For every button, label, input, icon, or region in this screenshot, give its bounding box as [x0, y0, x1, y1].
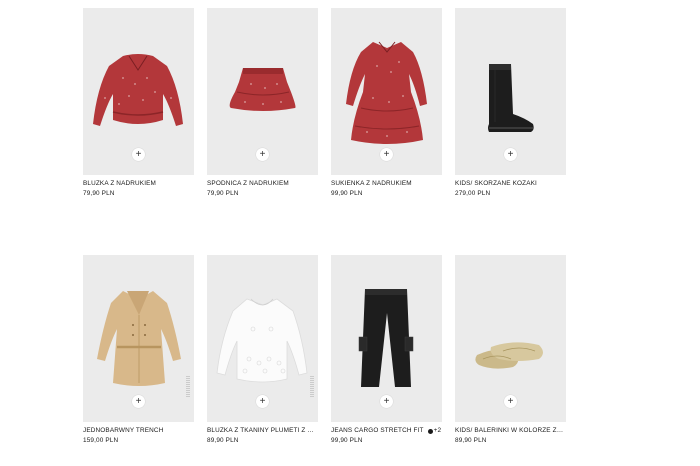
product-name-text: SPÓDNICA Z NADRUKIEM	[207, 180, 289, 187]
product-card[interactable]: + BLUZKA Z TKANINY PLUMETI Z HAFTEM 89,9…	[207, 255, 318, 445]
product-price: 159,00 PLN	[83, 437, 119, 444]
product-price: 279,00 PLN	[455, 190, 491, 197]
product-name-text: SUKIENKA Z NADRUKIEM	[331, 180, 412, 187]
product-name-text: KIDS/ BALERINKI W KOLORZE ZŁOTA	[455, 427, 566, 434]
product-price: 99,90 PLN	[331, 190, 363, 197]
product-card[interactable]: + SUKIENKA Z NADRUKIEM 99,90 PLN	[331, 8, 442, 198]
add-to-cart-icon[interactable]: +	[380, 148, 393, 161]
product-name-text: JEDNOBARWNY TRENCH	[83, 427, 164, 434]
product-image[interactable]: +	[83, 255, 194, 422]
product-card[interactable]: + BLUZKA Z NADRUKIEM 79,90 PLN	[83, 8, 194, 198]
product-image[interactable]: +	[207, 8, 318, 175]
add-to-cart-icon[interactable]: +	[504, 395, 517, 408]
vertical-caption	[186, 376, 190, 398]
product-name-text: JEANS CARGO STRETCH FIT	[331, 427, 424, 434]
product-price: 89,90 PLN	[455, 437, 487, 444]
product-price: 79,90 PLN	[207, 190, 239, 197]
product-name[interactable]: KIDS/ BALERINKI W KOLORZE ZŁOTA	[455, 427, 566, 435]
product-image[interactable]: +	[331, 8, 442, 175]
product-card[interactable]: + JEDNOBARWNY TRENCH 159,00 PLN	[83, 255, 194, 445]
color-swatch[interactable]	[427, 428, 433, 434]
product-price: 99,90 PLN	[331, 437, 363, 444]
product-price: 79,90 PLN	[83, 190, 115, 197]
product-name[interactable]: JEDNOBARWNY TRENCH	[83, 427, 194, 435]
product-name[interactable]: SUKIENKA Z NADRUKIEM	[331, 180, 442, 188]
product-card[interactable]: + KIDS/ SKÓRZANE KOZAKI 279,00 PLN	[455, 8, 566, 198]
add-to-cart-icon[interactable]: +	[132, 395, 145, 408]
product-name-text: BLUZKA Z TKANINY PLUMETI Z HAFTEM	[207, 427, 318, 434]
add-to-cart-icon[interactable]: +	[256, 148, 269, 161]
product-name-text: KIDS/ SKÓRZANE KOZAKI	[455, 180, 537, 187]
product-name[interactable]: JEANS CARGO STRETCH FIT +2	[331, 427, 442, 435]
more-colors-count[interactable]: +2	[434, 427, 442, 435]
product-name[interactable]: BLUZKA Z TKANINY PLUMETI Z HAFTEM	[207, 427, 318, 435]
product-grid: + BLUZKA Z NADRUKIEM 79,90 PLN + SPÓDNIC…	[83, 8, 566, 445]
product-image[interactable]: +	[207, 255, 318, 422]
vertical-caption	[310, 376, 314, 398]
add-to-cart-icon[interactable]: +	[256, 395, 269, 408]
product-card[interactable]: + KIDS/ BALERINKI W KOLORZE ZŁOTA 89,90 …	[455, 255, 566, 445]
product-price: 89,90 PLN	[207, 437, 239, 444]
product-name[interactable]: SPÓDNICA Z NADRUKIEM	[207, 180, 318, 188]
add-to-cart-icon[interactable]: +	[132, 148, 145, 161]
product-image[interactable]: +	[455, 8, 566, 175]
product-card[interactable]: + JEANS CARGO STRETCH FIT +2 99,90 PLN	[331, 255, 442, 445]
product-image[interactable]: +	[331, 255, 442, 422]
add-to-cart-icon[interactable]: +	[504, 148, 517, 161]
product-name-text: BLUZKA Z NADRUKIEM	[83, 180, 157, 187]
product-image[interactable]: +	[83, 8, 194, 175]
product-name[interactable]: BLUZKA Z NADRUKIEM	[83, 180, 194, 188]
add-to-cart-icon[interactable]: +	[380, 395, 393, 408]
product-card[interactable]: + SPÓDNICA Z NADRUKIEM 79,90 PLN	[207, 8, 318, 198]
product-name[interactable]: KIDS/ SKÓRZANE KOZAKI	[455, 180, 566, 188]
product-image[interactable]: +	[455, 255, 566, 422]
